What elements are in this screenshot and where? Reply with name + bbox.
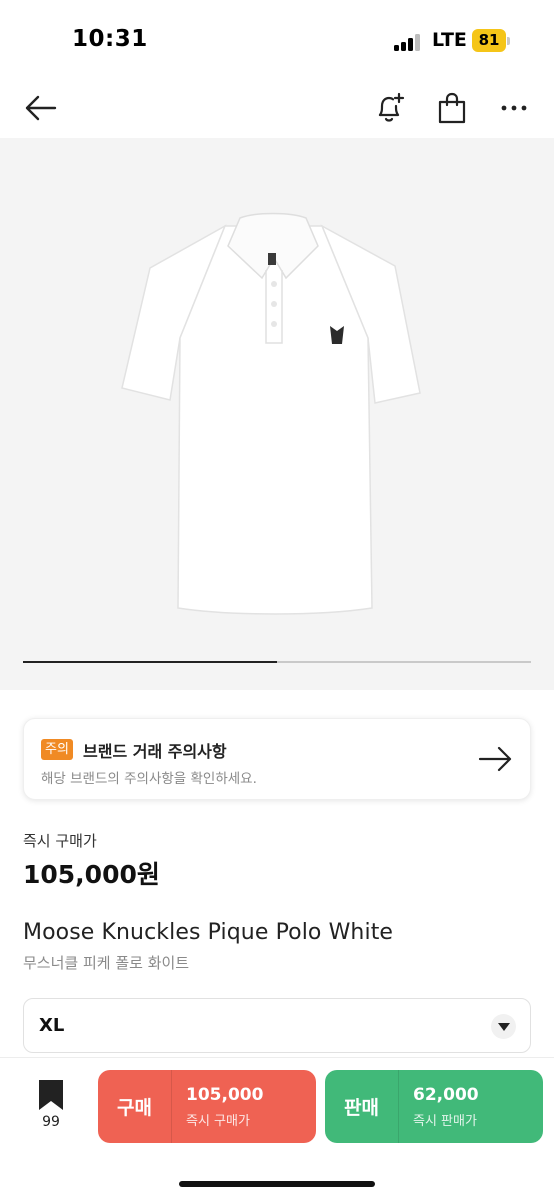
sell-button[interactable]: 판매 62,000 즉시 판매가 bbox=[325, 1070, 543, 1143]
buy-label: 구매 bbox=[117, 1097, 152, 1119]
size-select[interactable]: XL bbox=[23, 998, 531, 1053]
back-button[interactable] bbox=[18, 80, 62, 136]
notice-description: 해당 브랜드의 주의사항을 확인하세요. bbox=[41, 771, 257, 787]
product-image-gallery[interactable] bbox=[0, 138, 554, 690]
more-horizontal-icon bbox=[501, 105, 527, 111]
brand-notice-card[interactable]: 주의 브랜드 거래 주의사항 해당 브랜드의 주의사항을 확인하세요. bbox=[23, 718, 531, 800]
buy-sub-label: 즉시 구매가 bbox=[186, 1114, 250, 1129]
bookmark-icon bbox=[39, 1080, 63, 1110]
more-button[interactable] bbox=[492, 80, 536, 136]
shopping-bag-icon bbox=[438, 92, 466, 124]
bookmark-button[interactable]: 99 bbox=[26, 1080, 76, 1140]
gallery-progress-fill bbox=[23, 661, 277, 663]
sell-sub-label: 즉시 판매가 bbox=[413, 1114, 477, 1129]
status-time: 10:31 bbox=[72, 26, 148, 52]
size-selected-value: XL bbox=[39, 1015, 65, 1036]
warning-badge: 주의 bbox=[41, 739, 73, 760]
product-image bbox=[121, 212, 421, 615]
alert-button[interactable] bbox=[368, 80, 412, 136]
sell-price: 62,000 bbox=[413, 1085, 479, 1105]
signal-icon bbox=[394, 33, 422, 51]
gallery-progress bbox=[23, 661, 531, 663]
chevron-down-icon bbox=[491, 1014, 516, 1039]
price-value: 105,000원 bbox=[23, 860, 160, 889]
product-name-korean: 무스너클 피케 폴로 화이트 bbox=[23, 954, 190, 972]
product-name: Moose Knuckles Pique Polo White bbox=[23, 920, 394, 945]
bottom-action-bar: 99 구매 105,000 즉시 구매가 판매 62,000 즉시 판매가 bbox=[0, 1058, 554, 1200]
bell-plus-icon bbox=[378, 92, 405, 122]
cart-button[interactable] bbox=[430, 80, 474, 136]
status-bar: 10:31 LTE 81 bbox=[0, 0, 554, 78]
home-indicator bbox=[179, 1181, 375, 1187]
arrow-left-icon bbox=[25, 95, 57, 121]
price-label: 즉시 구매가 bbox=[23, 832, 97, 850]
buy-button[interactable]: 구매 105,000 즉시 구매가 bbox=[98, 1070, 316, 1143]
battery-icon: 81 bbox=[472, 29, 510, 52]
top-nav bbox=[0, 80, 554, 136]
arrow-right-icon bbox=[478, 746, 512, 772]
buy-price: 105,000 bbox=[186, 1085, 264, 1105]
sell-label: 판매 bbox=[344, 1097, 379, 1119]
notice-title: 브랜드 거래 주의사항 bbox=[83, 742, 227, 761]
battery-level: 81 bbox=[472, 29, 506, 52]
network-label: LTE bbox=[432, 29, 467, 51]
bookmark-count: 99 bbox=[42, 1114, 60, 1130]
